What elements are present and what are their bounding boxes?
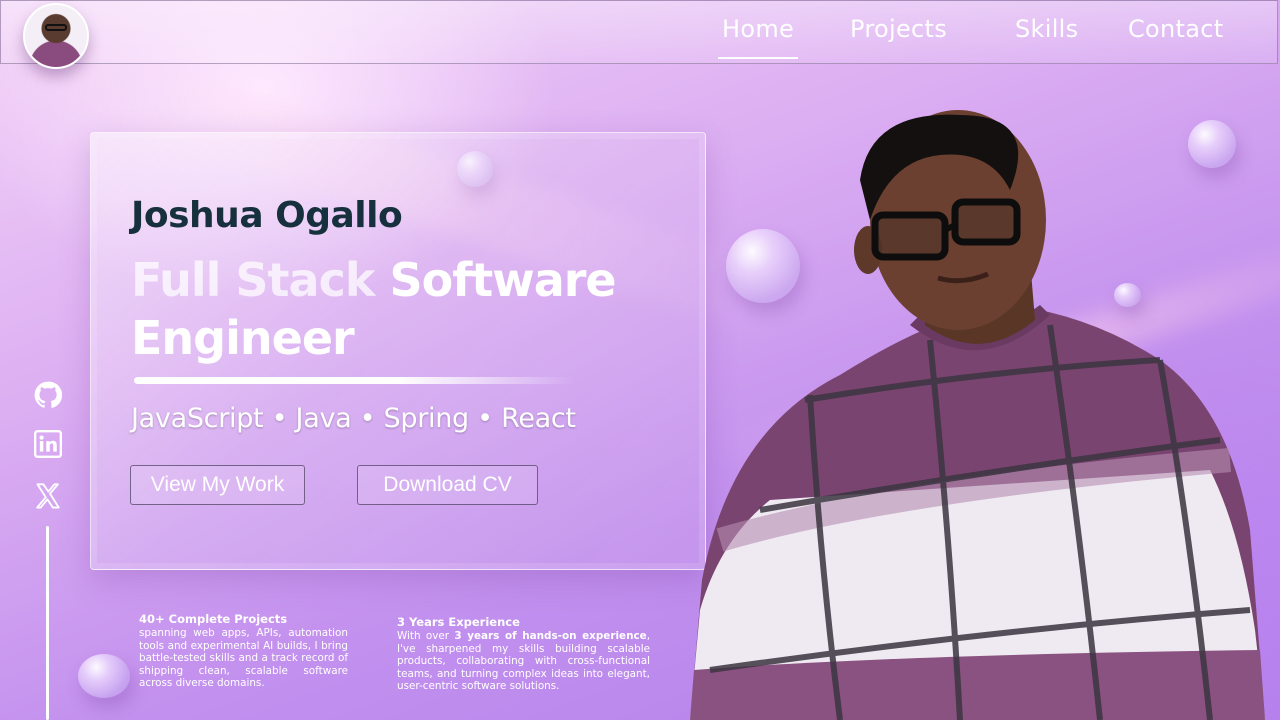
stat-experience-body: With over 3 years of hands-on experience… [397,630,650,693]
stat-experience: 3 Years Experience With over 3 years of … [397,615,650,693]
linkedin-icon[interactable] [34,430,62,458]
hero-name: Joshua Ogallo [131,195,403,236]
view-my-work-button[interactable]: View My Work [130,465,305,505]
social-divider-line [46,526,49,720]
nav-contact[interactable]: Contact [1128,13,1223,45]
hero-underline [134,377,574,384]
x-icon[interactable] [34,482,62,510]
top-navbar: Home Projects Skills Contact [0,0,1278,69]
tech-stack: JavaScript • Java • Spring • React [131,403,576,434]
stat-projects: 40+ Complete Projects spanning web apps,… [139,612,348,690]
nav-home[interactable]: Home [717,13,799,59]
nav-projects[interactable]: Projects [850,13,947,45]
download-cv-button[interactable]: Download CV [357,465,538,505]
decorative-bubble [78,654,130,698]
nav-links: Home Projects Skills Contact [1,13,1277,59]
hero-role-part1: Full Stack [131,253,375,307]
hero-role: Full Stack Software Engineer [131,251,651,367]
stat-experience-title: 3 Years Experience [397,615,520,629]
stat-projects-body: spanning web apps, APIs, automation tool… [139,627,348,690]
stat-experience-body-prefix: With over [397,630,455,642]
stat-experience-body-bold: 3 years of hands-on experience [454,630,647,642]
stat-projects-title: 40+ Complete Projects [139,612,288,626]
nav-skills[interactable]: Skills [1015,13,1078,45]
hero-card: Joshua Ogallo Full Stack Software Engine… [90,132,706,570]
profile-photo [690,110,1265,720]
github-icon[interactable] [34,381,63,409]
